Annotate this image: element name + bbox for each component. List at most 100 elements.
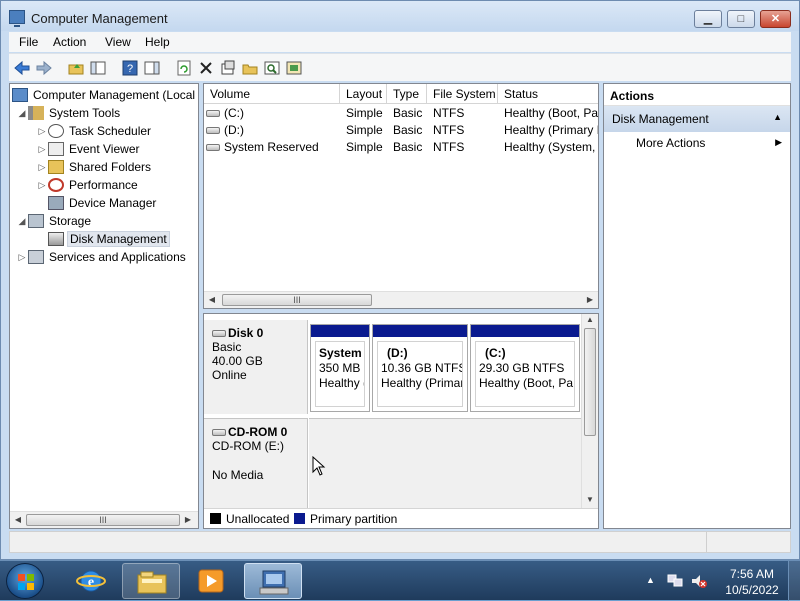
cell-type: Basic xyxy=(393,123,423,137)
network-icon[interactable] xyxy=(666,573,684,589)
column-header-volume[interactable]: Volume xyxy=(204,84,340,104)
drive-icon xyxy=(206,110,220,118)
collapsed-arrow-icon[interactable]: ▷ xyxy=(36,123,48,139)
computer-management-icon xyxy=(259,570,289,595)
back-arrow-icon[interactable] xyxy=(13,59,31,77)
actions-pane: Actions Disk Management ▲ More Actions ▶ xyxy=(603,83,791,529)
column-header-layout[interactable]: Layout xyxy=(340,84,387,104)
collapse-arrow-icon[interactable]: ▲ xyxy=(773,112,782,122)
start-button[interactable] xyxy=(6,563,44,599)
performance-icon xyxy=(48,177,64,192)
disk-legend: Unallocated Primary partition xyxy=(204,508,598,528)
media-player-icon xyxy=(198,569,224,593)
scroll-up-icon[interactable]: ▲ xyxy=(584,314,596,326)
legend-unallocated-label: Unallocated xyxy=(226,512,290,526)
show-hidden-icons-icon[interactable]: ▲ xyxy=(646,575,655,585)
internet-explorer-button[interactable]: e xyxy=(62,563,120,599)
legend-primary-partition-label: Primary partition xyxy=(310,512,398,526)
tree-item-task-scheduler[interactable]: ▷ Task Scheduler xyxy=(36,122,153,140)
show-hide-action-pane-icon[interactable] xyxy=(143,59,161,77)
collapsed-arrow-icon[interactable]: ▷ xyxy=(36,141,48,157)
window-title: Computer Management xyxy=(31,11,168,26)
show-desktop-button[interactable] xyxy=(788,561,800,601)
table-row[interactable]: (D:) Simple Basic NTFS Healthy (Primary … xyxy=(204,122,598,139)
column-header-type[interactable]: Type xyxy=(387,84,427,104)
menu-file[interactable]: File xyxy=(19,35,38,49)
tree-item-storage[interactable]: ◢ Storage xyxy=(16,212,93,230)
cell-status: Healthy (Boot, Pa xyxy=(504,106,598,120)
collapsed-arrow-icon[interactable]: ▷ xyxy=(16,249,28,265)
show-hide-tree-icon[interactable] xyxy=(89,59,107,77)
cd-rom-empty-area[interactable] xyxy=(309,418,583,510)
system-clock[interactable]: 7:56 AM 10/5/2022 xyxy=(720,566,784,598)
minimize-button[interactable]: ▁ xyxy=(694,10,722,28)
tree-item-disk-management[interactable]: Disk Management xyxy=(36,230,170,248)
scroll-right-icon[interactable]: ▶ xyxy=(182,514,194,526)
windows-explorer-button[interactable] xyxy=(122,563,180,599)
collapsed-arrow-icon[interactable]: ▷ xyxy=(36,177,48,193)
collapsed-arrow-icon[interactable]: ▷ xyxy=(36,159,48,175)
services-icon xyxy=(28,249,44,264)
disk-view-vertical-scrollbar[interactable]: ▲ ▼ xyxy=(581,314,598,510)
tree-horizontal-scrollbar[interactable]: ◀ III ▶ xyxy=(10,511,198,528)
expanded-arrow-icon[interactable]: ◢ xyxy=(16,105,28,121)
scroll-left-icon[interactable]: ◀ xyxy=(206,294,218,306)
scroll-thumb[interactable]: III xyxy=(222,294,372,306)
cd-drive-icon xyxy=(212,429,226,437)
column-header-file-system[interactable]: File System xyxy=(427,84,498,104)
scroll-thumb[interactable] xyxy=(584,328,596,436)
mouse-cursor-icon xyxy=(312,456,326,476)
status-bar xyxy=(9,531,791,553)
toolbar: ? xyxy=(9,53,791,81)
tree-item-event-viewer[interactable]: ▷ Event Viewer xyxy=(36,140,141,158)
expanded-arrow-icon[interactable]: ◢ xyxy=(16,213,28,229)
drive-icon xyxy=(206,144,220,152)
cell-status: Healthy (System, / xyxy=(504,140,598,154)
partition-system-reserved[interactable]: System I 350 MB N Healthy ( xyxy=(310,324,370,412)
submenu-arrow-icon[interactable]: ▶ xyxy=(775,137,782,148)
refresh-icon[interactable] xyxy=(175,59,193,77)
volume-muted-icon[interactable] xyxy=(690,573,708,589)
tree-item-shared-folders[interactable]: ▷ Shared Folders xyxy=(36,158,153,176)
volume-list-horizontal-scrollbar[interactable]: ◀ III ▶ xyxy=(204,291,598,308)
menu-view[interactable]: View xyxy=(105,35,131,49)
menu-help[interactable]: Help xyxy=(145,35,170,49)
media-player-button[interactable] xyxy=(182,563,240,599)
table-row[interactable]: (C:) Simple Basic NTFS Healthy (Boot, Pa xyxy=(204,105,598,122)
table-row[interactable]: System Reserved Simple Basic NTFS Health… xyxy=(204,139,598,156)
cd-rom-0-label[interactable]: CD-ROM 0 CD-ROM (E:) No Media xyxy=(204,418,308,510)
forward-arrow-icon[interactable] xyxy=(35,59,53,77)
search-icon[interactable] xyxy=(263,59,281,77)
tree-item-computer-management[interactable]: Computer Management (Local xyxy=(12,86,197,104)
help-topics-icon[interactable] xyxy=(285,59,303,77)
disk-0-label[interactable]: Disk 0 Basic 40.00 GB Online xyxy=(204,320,308,414)
tree-item-device-manager[interactable]: Device Manager xyxy=(36,194,158,212)
cell-file-system: NTFS xyxy=(433,123,465,137)
tree-item-performance[interactable]: ▷ Performance xyxy=(36,176,140,194)
actions-section-disk-management[interactable]: Disk Management ▲ xyxy=(604,106,790,132)
more-actions-item[interactable]: More Actions xyxy=(636,136,705,150)
scroll-left-icon[interactable]: ◀ xyxy=(12,514,24,526)
actions-section-label: Disk Management xyxy=(612,112,709,126)
maximize-button[interactable]: □ xyxy=(727,10,755,28)
title-bar[interactable]: Computer Management ▁ □ ✕ xyxy=(1,1,799,31)
delete-icon[interactable] xyxy=(197,59,215,77)
menu-action[interactable]: Action xyxy=(53,35,86,49)
column-header-status[interactable]: Status xyxy=(498,84,598,104)
tree-item-system-tools[interactable]: ◢ System Tools xyxy=(16,104,122,122)
up-folder-icon[interactable] xyxy=(67,59,85,77)
close-button[interactable]: ✕ xyxy=(760,10,791,28)
scroll-thumb[interactable]: III xyxy=(26,514,180,526)
properties-icon[interactable] xyxy=(219,59,237,77)
tree-item-services-and-applications[interactable]: ▷ Services and Applications xyxy=(16,248,188,266)
help-icon[interactable]: ? xyxy=(121,59,139,77)
partition-c[interactable]: (C:) 29.30 GB NTFS Healthy (Boot, Pa xyxy=(470,324,580,412)
open-icon[interactable] xyxy=(241,59,259,77)
menu-bar: File Action View Help xyxy=(9,32,791,52)
disk-size xyxy=(212,453,307,468)
scroll-right-icon[interactable]: ▶ xyxy=(584,294,596,306)
disk-size: 40.00 GB xyxy=(212,354,263,368)
scroll-down-icon[interactable]: ▼ xyxy=(584,494,596,506)
computer-management-taskbar-button[interactable] xyxy=(244,563,302,599)
partition-d[interactable]: (D:) 10.36 GB NTFS Healthy (Primar xyxy=(372,324,468,412)
